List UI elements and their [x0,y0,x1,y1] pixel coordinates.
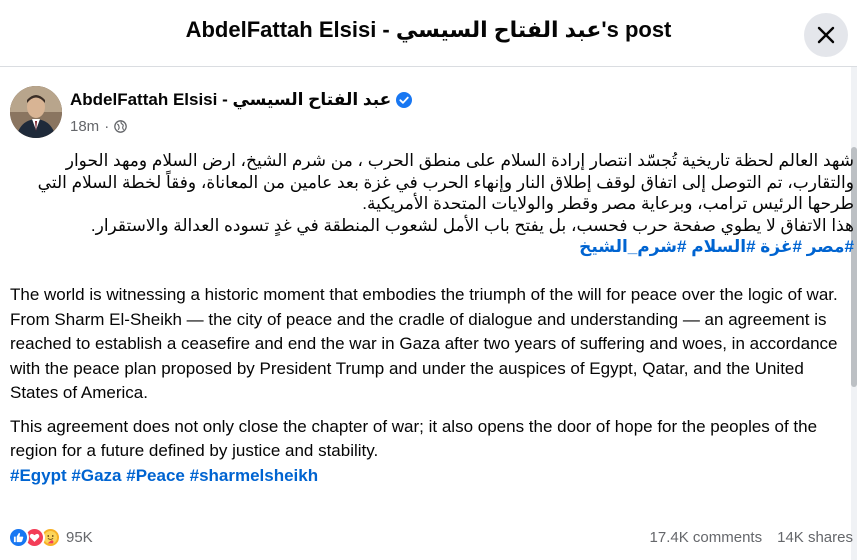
arabic-paragraph: شهد العالم لحظة تاريخية تُجسّد انتصار إر… [37,151,854,213]
globe-icon[interactable] [114,120,128,133]
comments-count-link[interactable]: 17.4K comments [650,529,763,546]
like-reaction-icon [8,527,29,548]
post-header: AbdelFattah Elsisi - عبد الفتاح السيسي 1… [10,86,830,140]
shares-count-link[interactable]: 14K shares [777,529,853,546]
hashtag-link[interactable]: #Gaza [71,466,121,485]
english-paragraph: From Sharm El-Sheikh — the city of peace… [10,309,838,403]
hashtag-link[interactable]: #السلام [691,237,755,256]
engagement-stats: 17.4K comments 14K shares [650,529,853,546]
dialog-header: AbdelFattah Elsisi - عبد الفتاح السيسي's… [0,0,857,67]
verified-badge-icon [396,92,413,108]
reactions-summary[interactable]: 95K [8,527,93,548]
post-timestamp[interactable]: 18m [70,118,99,135]
hashtag-link[interactable]: #مصر [807,237,854,256]
arabic-hashtags: #مصر #غزة #السلام #شرم_الشيخ [8,236,854,258]
english-hashtags: #Egypt #Gaza #Peace #sharmelsheikh [10,464,850,489]
hashtag-link[interactable]: #Peace [126,466,185,485]
dialog-title: AbdelFattah Elsisi - عبد الفتاح السيسي's… [185,17,672,42]
avatar[interactable] [10,86,62,138]
reactions-count: 95K [66,529,93,546]
arabic-paragraph: هذا الاتفاق لا يطوي صفحة حرب فحسب، بل يف… [90,215,854,235]
english-paragraph: This agreement does not only close the c… [10,416,818,461]
meta-separator: · [104,118,110,135]
close-button[interactable] [804,13,848,57]
close-icon [817,26,835,44]
author-name[interactable]: AbdelFattah Elsisi - عبد الفتاح السيسي [70,90,391,110]
post-text-arabic: شهد العالم لحظة تاريخية تُجسّد انتصار إر… [8,150,854,258]
hashtag-link[interactable]: #sharmelsheikh [190,466,319,485]
post-footer: 95K 17.4K comments 14K shares [0,522,857,556]
hashtag-link[interactable]: #غزة [760,237,802,256]
hashtag-link[interactable]: #شرم_الشيخ [579,237,686,256]
scrollbar-track[interactable] [851,67,857,560]
english-paragraph: The world is witnessing a historic momen… [10,285,838,304]
post-text-english: The world is witnessing a historic momen… [10,283,850,488]
avatar-image [10,86,62,138]
hashtag-link[interactable]: #Egypt [10,466,67,485]
